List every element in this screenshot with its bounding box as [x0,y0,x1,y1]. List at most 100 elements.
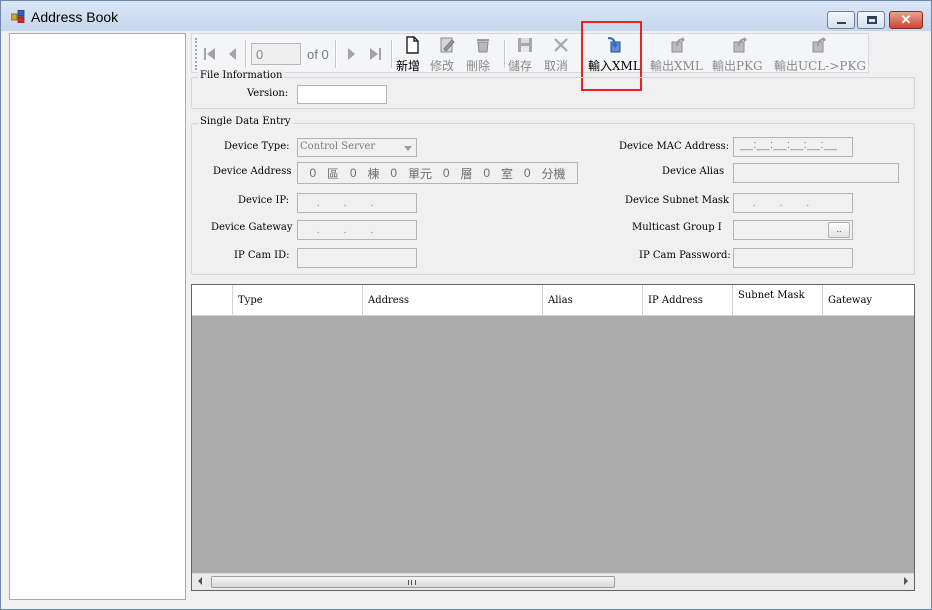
app-icon [11,10,25,23]
address-part: 0 [349,166,357,180]
version-label: Version: [247,88,289,99]
address-part: 層 [460,166,473,181]
toolbar-separator [245,40,246,68]
scroll-thumb[interactable] [211,576,615,588]
address-part: 棟 [367,166,380,181]
address-part: 0 [442,166,450,180]
export-ucl-pkg-icon [812,37,826,53]
device-alias-label: Device Alias [662,166,725,177]
ip-cam-id-label: IP Cam ID: [234,250,290,261]
cancel-button-label: 取消 [544,59,569,73]
version-input[interactable] [297,85,387,104]
file-information-title: File Information [198,70,285,81]
export-ucl-pkg-button-label: 輸出UCL->PKG [774,59,866,73]
single-data-entry-title: Single Data Entry [198,116,293,127]
scroll-grip-icon [408,580,416,585]
chevron-down-icon [404,146,412,151]
minimize-icon [837,22,846,24]
toolbar: of 0 新增 修改 刪除 [191,33,869,73]
close-button[interactable]: ✕ [889,11,923,29]
minimize-button[interactable] [827,11,855,29]
trash-icon [477,39,489,53]
next-record-icon[interactable] [343,46,359,62]
device-type-label: Device Type: [224,141,290,152]
cancel-x-icon [554,38,568,52]
address-part: 單元 [407,166,432,181]
toolbar-separator [391,40,392,68]
horizontal-scrollbar[interactable] [192,573,914,590]
export-ucl-pkg-button[interactable]: 輸出UCL->PKG [774,36,866,73]
new-document-icon [406,36,419,54]
save-button-label: 儲存 [508,59,533,73]
device-mac-input[interactable]: __:__:__:__:__:__ [733,137,853,157]
delete-button-label: 刪除 [466,59,491,73]
column-header-ip-address[interactable]: IP Address [642,285,732,315]
device-address-label: Device Address [213,166,292,177]
address-part: 0 [390,166,398,180]
column-header-alias[interactable]: Alias [542,285,642,315]
device-mac-label: Device MAC Address: [619,141,730,152]
multicast-group-label: Multicast Group I [632,222,722,233]
toolbar-grip[interactable] [195,38,197,70]
edit-button-label: 修改 [430,59,455,73]
column-header-subnet-mask[interactable]: Subnet Mask [732,285,822,315]
title-bar[interactable]: Address Book ✕ [1,1,931,31]
ip-cam-password-label: IP Cam Password: [639,250,731,261]
device-ip-input[interactable]: ... [297,193,417,213]
device-data-grid[interactable]: Type Address Alias IP Address Subnet Mas… [191,284,915,591]
export-xml-button[interactable]: 輸出XML [650,36,706,73]
page-count-label: of 0 [307,47,329,62]
toolbar-separator [504,40,505,68]
save-disk-icon [518,38,532,52]
device-type-select[interactable]: Control Server [297,138,417,157]
toolbar-separator [335,40,336,68]
scroll-right-icon[interactable] [904,577,908,585]
last-record-icon[interactable] [367,46,383,62]
column-header-type[interactable]: Type [232,285,362,315]
export-pkg-button-label: 輸出PKG [712,59,763,73]
left-tree-panel[interactable] [9,33,186,600]
ip-dots: ... [752,198,834,209]
address-book-window: Address Book ✕ of 0 新增 [0,0,932,610]
edit-icon [440,37,455,53]
save-button[interactable]: 儲存 [508,36,542,73]
export-xml-button-label: 輸出XML [650,59,703,73]
export-xml-icon [671,37,685,53]
close-icon: ✕ [900,12,912,27]
new-button-label: 新增 [396,59,421,73]
multicast-browse-button[interactable]: .. [828,222,850,238]
first-record-icon[interactable] [202,46,218,62]
device-gateway-label: Device Gateway [211,222,293,233]
export-pkg-button[interactable]: 輸出PKG [712,36,768,73]
multicast-group-input[interactable]: .. [733,220,853,240]
device-alias-input[interactable] [733,163,899,183]
cancel-button[interactable]: 取消 [544,36,578,73]
address-part: 分機 [541,166,566,181]
ip-dots: ... [316,198,398,209]
address-part: 室 [500,166,513,181]
address-part: 區 [327,166,340,181]
maximize-icon [867,16,877,24]
device-gateway-input[interactable]: ... [297,220,417,240]
export-pkg-icon [733,37,747,53]
delete-button[interactable]: 刪除 [466,36,500,73]
ip-cam-id-input[interactable] [297,248,417,268]
edit-button[interactable]: 修改 [430,36,464,73]
previous-record-icon[interactable] [225,46,241,62]
ip-cam-password-input[interactable] [733,248,853,268]
device-type-value: Control Server [300,141,376,152]
device-subnet-input[interactable]: ... [733,193,853,213]
window-title: Address Book [31,9,119,25]
device-subnet-label: Device Subnet Mask [625,195,730,206]
column-header-gateway[interactable]: Gateway [822,285,914,315]
grid-header: Type Address Alias IP Address Subnet Mas… [192,285,914,316]
address-part: 0 [483,166,491,180]
new-button[interactable]: 新增 [396,36,428,73]
maximize-button[interactable] [857,11,885,29]
scroll-left-icon[interactable] [198,577,202,585]
column-header-address[interactable]: Address [362,285,542,315]
page-number-input[interactable] [251,43,301,65]
device-ip-label: Device IP: [238,195,290,206]
device-address-field[interactable]: 0 區 0 棟 0 單元 0 層 0 室 0 分機 [297,162,578,184]
ip-dots: ... [316,225,398,236]
